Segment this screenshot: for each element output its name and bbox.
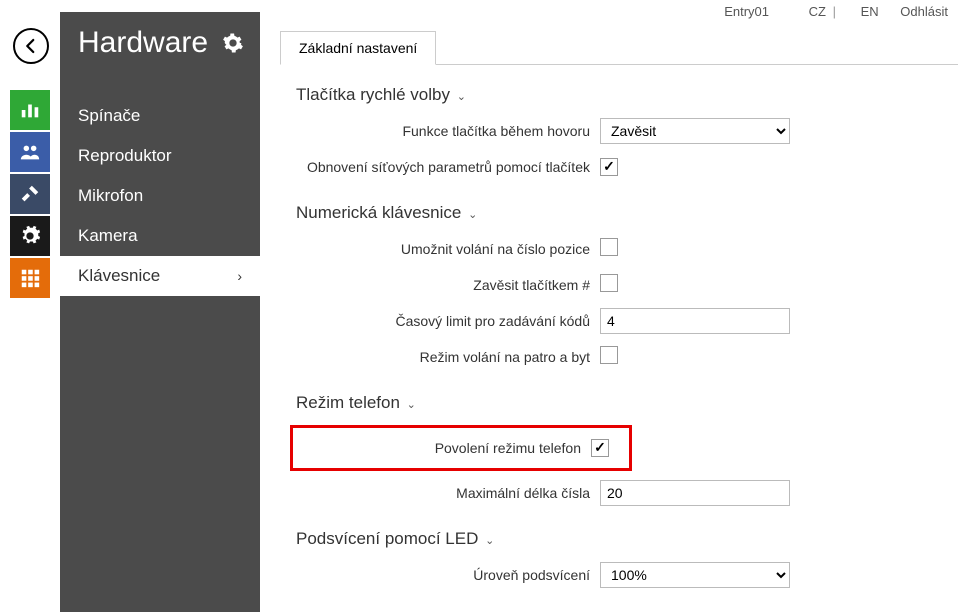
sidebar-item-microphone[interactable]: Mikrofon: [60, 176, 260, 216]
select-backlight-level[interactable]: 100%: [600, 562, 790, 588]
label-code-timeout: Časový limit pro zadávání kódů: [290, 313, 600, 329]
sidebar-title: Hardware: [60, 12, 260, 68]
sidebar-item-speaker[interactable]: Reproduktor: [60, 136, 260, 176]
grid-icon: [19, 267, 41, 289]
row-backlight-level: Úroveň podsvícení 100%: [290, 561, 958, 589]
section-title-quick-dial[interactable]: Tlačítka rychlé volby ⌄: [290, 85, 958, 105]
sidebar-item-label: Reproduktor: [78, 146, 172, 166]
row-enable-phone: Povolení režimu telefon: [293, 434, 629, 462]
highlight-enable-phone: Povolení režimu telefon: [290, 425, 632, 471]
chevron-right-icon: ›: [237, 268, 242, 284]
back-button[interactable]: [13, 28, 49, 64]
sidebar-item-switches[interactable]: Spínače: [60, 96, 260, 136]
checkbox-floor-apartment[interactable]: [600, 346, 618, 364]
select-button-function[interactable]: Zavěsit: [600, 118, 790, 144]
row-button-function: Funkce tlačítka během hovoru Zavěsit: [290, 117, 958, 145]
input-code-timeout[interactable]: [600, 308, 790, 334]
tabs: Základní nastavení: [280, 30, 958, 65]
people-icon: [19, 141, 41, 163]
row-hangup-hash: Zavěsit tlačítkem #: [290, 271, 958, 299]
rail-status[interactable]: [10, 90, 50, 130]
lang-en[interactable]: EN: [861, 4, 879, 19]
label-hangup-hash: Zavěsit tlačítkem #: [290, 277, 600, 293]
input-max-number-length[interactable]: [600, 480, 790, 506]
checkbox-hangup-hash[interactable]: [600, 274, 618, 292]
section-phone-mode: Režim telefon ⌄ Povolení režimu telefon …: [290, 393, 958, 507]
bars-icon: [19, 99, 41, 121]
lang-cz[interactable]: CZ: [809, 4, 826, 19]
sidebar: Hardware Spínače Reproduktor Mikrofon Ka…: [60, 12, 260, 612]
label-reset-network: Obnovení síťových parametrů pomocí tlačí…: [290, 159, 600, 175]
label-max-number-length: Maximální délka čísla: [290, 485, 600, 501]
logout-link[interactable]: Odhlásit: [900, 4, 948, 19]
chevron-down-icon: ⌄: [407, 399, 416, 411]
rail-services[interactable]: [10, 174, 50, 214]
page-title: Hardware: [78, 26, 208, 60]
rail-system[interactable]: [10, 258, 50, 298]
tools-icon: [19, 183, 41, 205]
content: Základní nastavení Tlačítka rychlé volby…: [280, 30, 958, 611]
row-reset-network: Obnovení síťových parametrů pomocí tlačí…: [290, 153, 958, 181]
row-max-number-length: Maximální délka čísla: [290, 479, 958, 507]
arrow-left-icon: [22, 37, 40, 55]
row-allow-position-dial: Umožnit volání na číslo pozice: [290, 235, 958, 263]
chevron-down-icon: ⌄: [468, 209, 477, 221]
row-floor-apartment: Režim volání na patro a byt: [290, 343, 958, 371]
gear-icon[interactable]: [222, 32, 244, 54]
sidebar-item-label: Mikrofon: [78, 186, 143, 206]
section-numeric-keypad: Numerická klávesnice ⌄ Umožnit volání na…: [290, 203, 958, 371]
section-title-numeric-keypad[interactable]: Numerická klávesnice ⌄: [290, 203, 958, 223]
chevron-down-icon: ⌄: [457, 91, 466, 103]
sidebar-menu: Spínače Reproduktor Mikrofon Kamera Kláv…: [60, 96, 260, 296]
lang-separator: |: [829, 4, 840, 19]
section-led-backlight: Podsvícení pomocí LED ⌄ Úroveň podsvícen…: [290, 529, 958, 589]
label-enable-phone: Povolení režimu telefon: [293, 440, 591, 456]
sidebar-item-keyboard[interactable]: Klávesnice ›: [60, 256, 260, 296]
section-title-led-backlight[interactable]: Podsvícení pomocí LED ⌄: [290, 529, 958, 549]
topbar: Entry01 CZ | EN Odhlásit: [706, 4, 948, 19]
checkbox-reset-network[interactable]: [600, 158, 618, 176]
sidebar-item-label: Spínače: [78, 106, 140, 126]
sidebar-item-label: Klávesnice: [78, 266, 160, 286]
tab-basic-settings[interactable]: Základní nastavení: [280, 31, 436, 65]
section-quick-dial: Tlačítka rychlé volby ⌄ Funkce tlačítka …: [290, 85, 958, 181]
entry-name[interactable]: Entry01: [724, 4, 769, 19]
lang-switch[interactable]: CZ | EN: [791, 4, 883, 19]
checkbox-enable-phone[interactable]: [591, 439, 609, 457]
label-allow-position-dial: Umožnit volání na číslo pozice: [290, 241, 600, 257]
label-backlight-level: Úroveň podsvícení: [290, 567, 600, 583]
chevron-down-icon: ⌄: [485, 535, 494, 547]
sidebar-item-camera[interactable]: Kamera: [60, 216, 260, 256]
label-button-function: Funkce tlačítka během hovoru: [290, 123, 600, 139]
gear-icon: [19, 225, 41, 247]
checkbox-allow-position-dial[interactable]: [600, 238, 618, 256]
label-floor-apartment: Režim volání na patro a byt: [290, 349, 600, 365]
icon-rail: [10, 90, 50, 300]
row-code-timeout: Časový limit pro zadávání kódů: [290, 307, 958, 335]
rail-hardware[interactable]: [10, 216, 50, 256]
sidebar-item-label: Kamera: [78, 226, 138, 246]
section-title-phone-mode[interactable]: Režim telefon ⌄: [290, 393, 958, 413]
rail-directory[interactable]: [10, 132, 50, 172]
